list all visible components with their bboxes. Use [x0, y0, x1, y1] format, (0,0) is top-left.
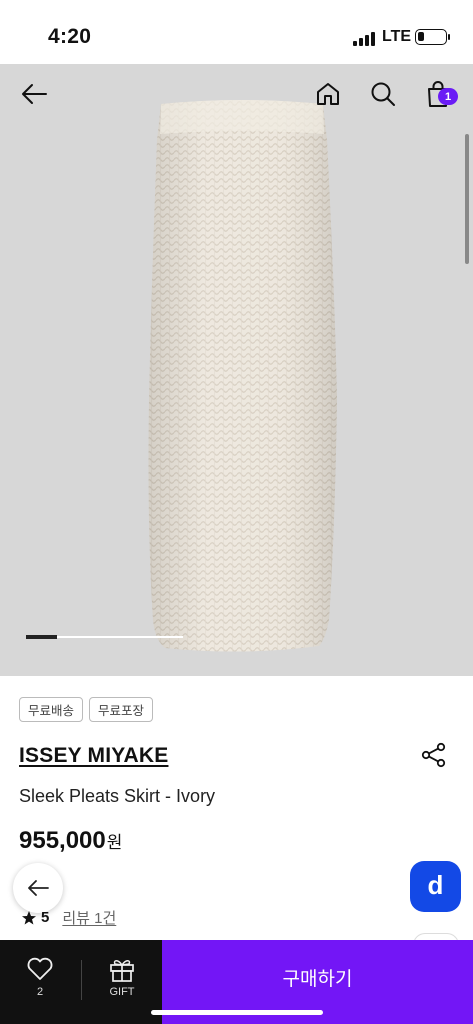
- d-logo-icon: d: [427, 869, 444, 900]
- rating-row: 5 리뷰 1건: [21, 907, 116, 928]
- gift-button[interactable]: GIFT: [82, 940, 162, 1024]
- back-button[interactable]: [16, 76, 52, 112]
- price-value: 955,000: [19, 827, 106, 854]
- tag-free-shipping: 무료배송: [19, 697, 84, 722]
- wishlist-count: 2: [36, 986, 44, 998]
- arrow-left-icon: [22, 84, 47, 104]
- home-button[interactable]: [310, 76, 346, 112]
- price-currency: 원: [106, 833, 123, 852]
- share-button[interactable]: [420, 741, 448, 769]
- cart-badge: 1: [438, 88, 458, 105]
- network-label: LTE: [382, 28, 412, 45]
- battery-icon: [415, 29, 450, 45]
- arrow-left-icon: [28, 880, 49, 896]
- search-button[interactable]: [365, 76, 401, 112]
- home-icon: [317, 83, 339, 105]
- scrollbar: [465, 134, 469, 264]
- product-name: Sleek Pleats Skirt - Ivory: [19, 786, 216, 806]
- gift-label: GIFT: [109, 986, 135, 998]
- gift-icon: [110, 960, 134, 982]
- benefit-tags: 무료배송 무료포장: [19, 697, 154, 722]
- home-indicator: [151, 1010, 323, 1015]
- status-time: 4:20: [48, 25, 92, 48]
- signal-icon: [353, 31, 375, 46]
- product-price: 955,000 원: [19, 827, 122, 855]
- gallery-pagination: [26, 635, 183, 639]
- top-nav: 1: [0, 64, 473, 124]
- brand-link[interactable]: ISSEY MIYAKE: [19, 744, 168, 768]
- search-icon: [371, 82, 395, 106]
- share-icon: [421, 742, 446, 768]
- rating-value: 5: [41, 909, 50, 926]
- gallery-pagination-active: [26, 635, 58, 639]
- floating-back-button[interactable]: [13, 863, 63, 913]
- product-image: [148, 100, 337, 652]
- cart-button[interactable]: 1: [420, 76, 458, 112]
- reviews-link[interactable]: 리뷰 1건: [62, 907, 116, 928]
- heart-icon: [27, 957, 53, 980]
- d-app-button[interactable]: d: [410, 861, 461, 912]
- star-icon: [22, 910, 36, 924]
- status-bar: 4:20 LTE: [0, 0, 473, 64]
- product-image-gallery[interactable]: 1: [0, 64, 473, 676]
- wishlist-button[interactable]: 2: [0, 940, 80, 1024]
- tag-free-wrapping: 무료포장: [89, 697, 154, 722]
